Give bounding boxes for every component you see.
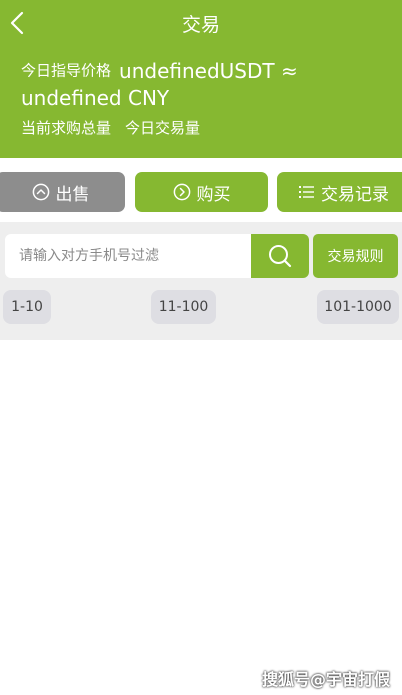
search-icon: [269, 245, 292, 268]
guide-price-usdt: undefinedUSDT ≈: [119, 58, 298, 83]
tab-records-label: 交易记录: [321, 184, 389, 205]
guide-price-label: 今日指导价格: [21, 61, 112, 80]
guide-price-cny: undefined CNY: [21, 86, 170, 110]
tab-records[interactable]: 交易记录: [277, 172, 402, 212]
page-title: 交易: [181, 14, 220, 36]
watermark: 搜狐号@宇宙打假: [262, 670, 391, 689]
tab-buy[interactable]: 购买: [135, 172, 268, 212]
tab-sell-label: 出售: [55, 184, 90, 205]
up-circle-icon: [32, 183, 50, 201]
search-button[interactable]: [251, 234, 309, 278]
filter-area: 交易规则 1-10 11-100 101-1000: [0, 222, 402, 340]
range-chip-101-1000[interactable]: 101-1000: [317, 290, 399, 324]
list-icon: [299, 185, 315, 199]
stats-line: 当前求购总量 今日交易量: [21, 117, 200, 139]
header: 交易 今日指导价格 undefinedUSDT ≈ undefined CNY 当…: [0, 0, 402, 158]
trade-tabs: 出售 购买 交易记录: [0, 172, 402, 214]
tab-buy-label: 购买: [196, 184, 231, 205]
tab-sell[interactable]: 出售: [0, 172, 125, 212]
range-chip-1-10[interactable]: 1-10: [3, 290, 51, 324]
guide-price: 今日指导价格 undefinedUSDT ≈: [21, 55, 391, 86]
phone-search-input[interactable]: [5, 234, 252, 278]
right-circle-icon: [173, 183, 191, 201]
trade-rules-button[interactable]: 交易规则: [313, 234, 398, 278]
total-buy-label: 当前求购总量: [21, 119, 112, 137]
today-volume-label: 今日交易量: [125, 119, 201, 137]
range-chip-11-100[interactable]: 11-100: [151, 290, 216, 324]
